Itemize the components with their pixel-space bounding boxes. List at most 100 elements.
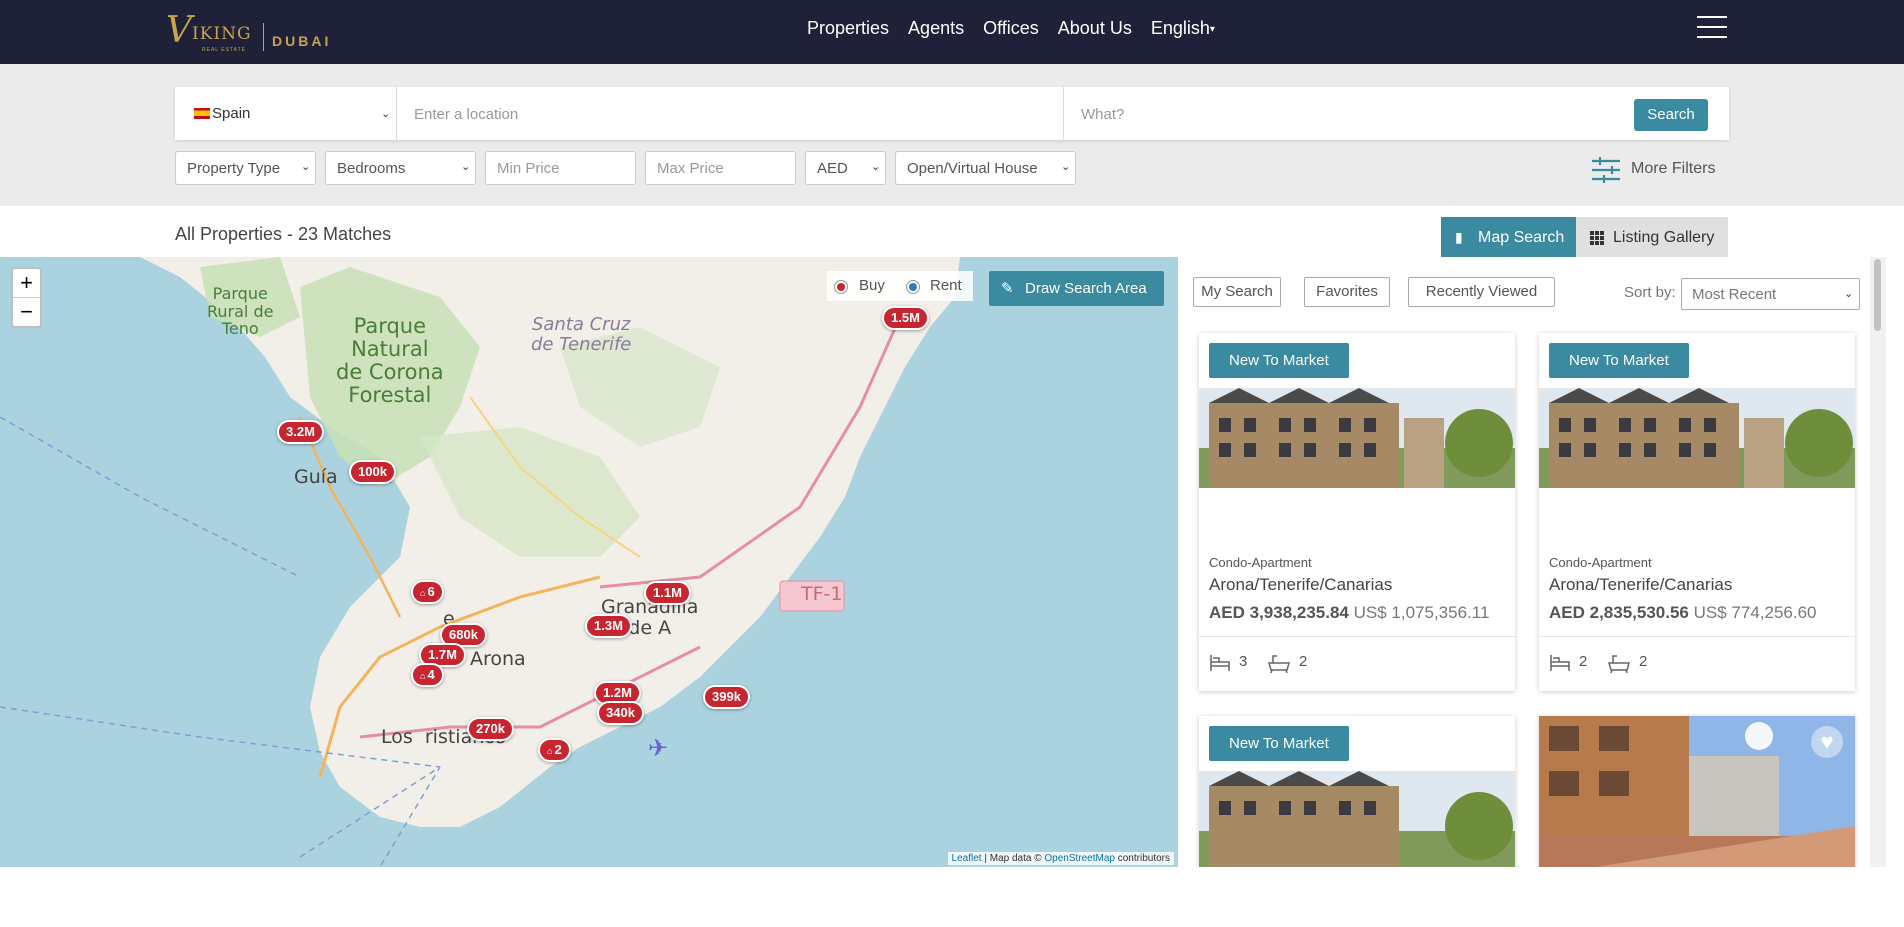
property-location[interactable]: Arona/Tenerife/Canarias — [1209, 575, 1392, 595]
new-to-market-badge: New To Market — [1549, 343, 1689, 378]
price-marker[interactable]: 399k — [703, 685, 750, 709]
divider — [1199, 636, 1515, 637]
more-filters-label: More Filters — [1631, 160, 1716, 177]
search-button[interactable]: Search — [1634, 99, 1708, 131]
bed-count: 2 — [1579, 653, 1588, 670]
language-label: English — [1150, 18, 1210, 38]
property-photo[interactable] — [1199, 771, 1515, 867]
listing-card[interactable]: New To Market — [1199, 716, 1515, 867]
caret-down-icon: ▾ — [1209, 23, 1215, 35]
airport-icon: ✈ — [648, 734, 669, 762]
sort-select[interactable]: Most Recent ⌄ — [1681, 278, 1860, 310]
chevron-down-icon: ⌄ — [461, 161, 471, 173]
currency-value: AED — [817, 160, 848, 177]
chevron-down-icon: ⌄ — [301, 161, 311, 173]
bath-count: 2 — [1299, 653, 1308, 670]
chevron-down-icon: ⌄ — [871, 161, 881, 173]
map-attribution: Leaflet | Map data © OpenStreetMap contr… — [947, 852, 1174, 865]
rent-radio[interactable] — [906, 280, 920, 294]
what-placeholder: What? — [1081, 106, 1125, 123]
map-search-label: Map Search — [1478, 229, 1565, 246]
sort-value: Most Recent — [1692, 286, 1777, 303]
location-placeholder: Enter a location — [414, 106, 519, 123]
divider — [1539, 636, 1855, 637]
country-select[interactable]: Spain ⌄ — [175, 87, 397, 140]
search-panel: Spain ⌄ Enter a location What? Search Pr… — [0, 64, 1904, 206]
price-marker[interactable]: 1.3M — [585, 614, 632, 638]
results-title: All Properties - 23 Matches — [175, 224, 392, 244]
rent-label: Rent — [930, 277, 962, 294]
nav-language[interactable]: English▾ — [1151, 18, 1215, 39]
chevron-down-icon: ⌄ — [1844, 288, 1854, 300]
nav-properties[interactable]: Properties — [807, 18, 889, 39]
cluster-count: 6 — [427, 584, 435, 599]
bath-count: 2 — [1639, 653, 1648, 670]
new-to-market-badge: New To Market — [1209, 726, 1349, 761]
bath-icon — [1268, 655, 1290, 673]
cluster-marker[interactable]: ⌂ 2 — [538, 738, 571, 762]
nav-offices[interactable]: Offices — [983, 18, 1039, 39]
buy-radio[interactable] — [834, 280, 848, 294]
max-price-input[interactable]: Max Price — [645, 151, 796, 185]
bath-icon — [1608, 655, 1630, 673]
hamburger-menu-icon[interactable] — [1697, 16, 1727, 40]
property-photo[interactable] — [1539, 716, 1855, 867]
property-photo[interactable] — [1539, 388, 1855, 488]
zoom-control: + − — [11, 267, 42, 328]
min-price-placeholder: Min Price — [497, 160, 560, 177]
nav-about-us[interactable]: About Us — [1058, 18, 1132, 39]
my-search-tab[interactable]: My Search — [1193, 277, 1281, 307]
listing-card[interactable]: New To Market Condo-Apartment Arona/Tene… — [1199, 333, 1515, 691]
map-label-parque-rural: Parque Rural de Teno — [207, 284, 274, 339]
more-filters-button[interactable]: More Filters — [1591, 157, 1731, 185]
price-marker[interactable]: 1.1M — [644, 581, 691, 605]
listing-gallery-button[interactable]: Listing Gallery — [1576, 217, 1728, 258]
open-house-label: Open/Virtual House — [907, 160, 1038, 177]
currency-select[interactable]: AED ⌄ — [805, 151, 886, 185]
map-label-arona: Arona — [470, 648, 526, 670]
location-input[interactable]: Enter a location — [397, 87, 1064, 140]
logo-separator — [263, 23, 264, 51]
listing-card[interactable]: ♥ — [1539, 716, 1855, 867]
min-price-input[interactable]: Min Price — [485, 151, 636, 185]
price-marker[interactable]: 340k — [597, 701, 644, 725]
property-type-select[interactable]: Property Type ⌄ — [175, 151, 316, 185]
sort-label: Sort by: — [1624, 284, 1676, 301]
price-marker[interactable]: 3.2M — [277, 420, 324, 444]
property-map[interactable]: Parque Rural de Teno Parque Natural de C… — [0, 257, 1178, 867]
map-search-button[interactable]: ▮ Map Search — [1441, 217, 1576, 258]
property-price: AED 2,835,530.56 US$ 774,256.60 — [1549, 603, 1817, 623]
recently-viewed-tab[interactable]: Recently Viewed — [1408, 277, 1555, 307]
bed-icon — [1210, 655, 1230, 671]
price-aed: AED 2,835,530.56 — [1549, 603, 1689, 622]
bedrooms-select[interactable]: Bedrooms ⌄ — [325, 151, 476, 185]
viking-logo[interactable]: V IKING REAL ESTATE DUBAI — [166, 8, 336, 56]
what-input[interactable]: What? — [1064, 87, 1624, 140]
bed-count: 3 — [1239, 653, 1248, 670]
property-type: Condo-Apartment — [1549, 555, 1652, 570]
property-location[interactable]: Arona/Tenerife/Canarias — [1549, 575, 1732, 595]
favorites-tab[interactable]: Favorites — [1304, 277, 1390, 307]
leaflet-link[interactable]: Leaflet — [952, 853, 982, 864]
draw-search-area-button[interactable]: ✎ Draw Search Area — [989, 271, 1164, 306]
cluster-marker[interactable]: ⌂ 6 — [411, 580, 444, 604]
favorite-heart-icon[interactable]: ♥ — [1811, 726, 1843, 758]
price-marker[interactable]: 1.5M — [882, 306, 929, 330]
nav-agents[interactable]: Agents — [908, 18, 964, 39]
open-house-select[interactable]: Open/Virtual House ⌄ — [895, 151, 1076, 185]
draw-search-area-label: Draw Search Area — [1025, 280, 1147, 297]
zoom-out-button[interactable]: − — [13, 298, 40, 327]
osm-link[interactable]: OpenStreetMap — [1044, 853, 1115, 864]
cluster-marker[interactable]: ⌂ 4 — [411, 663, 444, 687]
attribution-end: contributors — [1114, 853, 1170, 864]
price-marker[interactable]: 100k — [349, 460, 396, 484]
listing-scrollbar[interactable] — [1870, 257, 1886, 867]
listing-card[interactable]: New To Market Condo-Apartment Arona/Tene… — [1539, 333, 1855, 691]
attribution-text: | Map data © — [981, 853, 1045, 864]
new-to-market-badge: New To Market — [1209, 343, 1349, 378]
property-photo[interactable] — [1199, 388, 1515, 488]
scrollbar-thumb[interactable] — [1874, 259, 1881, 331]
top-navbar: V IKING REAL ESTATE DUBAI Properties Age… — [0, 0, 1904, 64]
zoom-in-button[interactable]: + — [13, 269, 40, 298]
price-marker[interactable]: 270k — [467, 717, 514, 741]
